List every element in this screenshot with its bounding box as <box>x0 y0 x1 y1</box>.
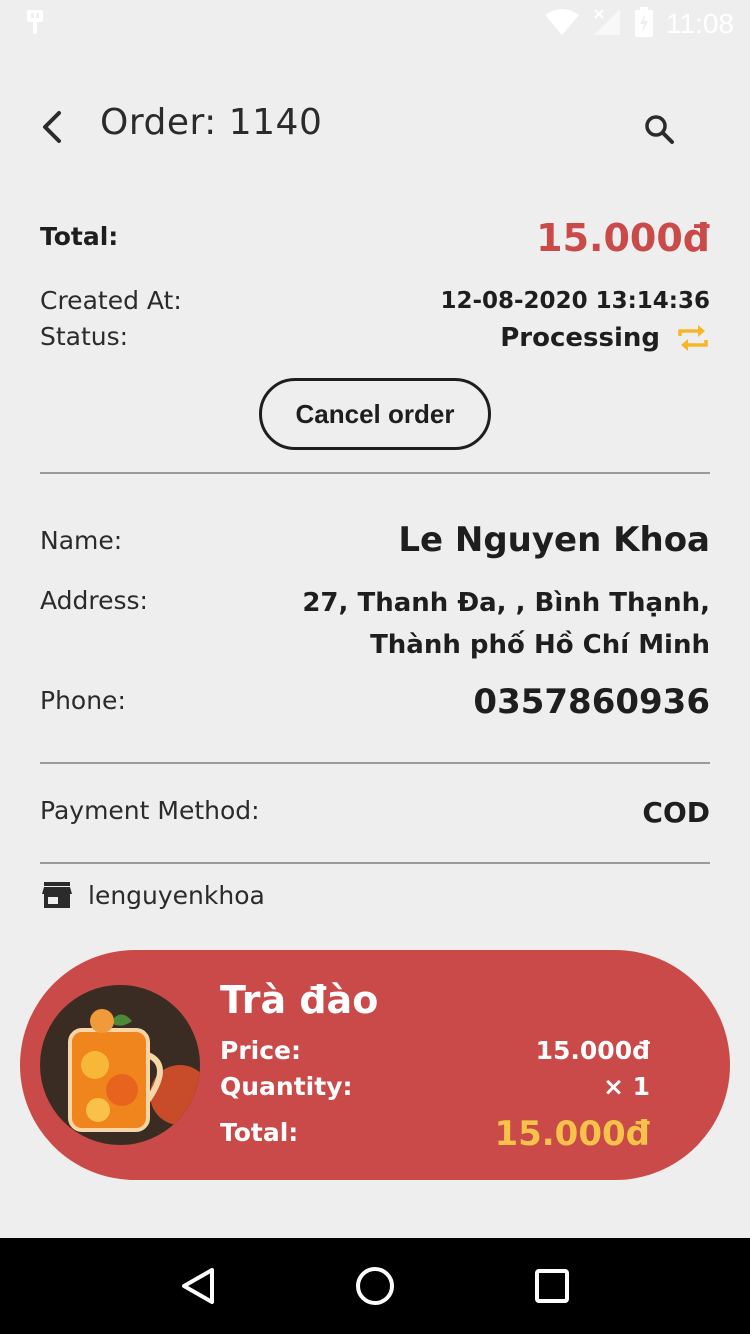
status-row: Status: Processing <box>40 322 710 360</box>
phone-value: 0357860936 <box>473 682 710 722</box>
name-row: Name: Le Nguyen Khoa <box>40 520 710 576</box>
product-name: Trà đào <box>220 978 379 1022</box>
total-label: Total: <box>40 222 119 251</box>
shop-row[interactable]: lenguyenkhoa <box>40 878 710 912</box>
nav-back-button[interactable] <box>168 1256 228 1316</box>
created-label: Created At: <box>40 286 182 315</box>
address-line-2: Thành phố Hồ Chí Minh <box>370 630 710 660</box>
quantity-label: Quantity: <box>220 1072 353 1101</box>
status-label: Status: <box>40 322 129 351</box>
quantity-value: × 1 <box>602 1072 650 1101</box>
name-value: Le Nguyen Khoa <box>398 520 710 560</box>
battery-charging-icon <box>634 7 654 41</box>
clock: 11:08 <box>666 8 734 39</box>
store-icon <box>42 882 72 908</box>
wifi-icon <box>544 8 580 40</box>
divider <box>40 472 710 474</box>
order-item-card[interactable]: Trà đào Price: 15.000đ Quantity: × 1 Tot… <box>20 950 730 1180</box>
payment-value: COD <box>642 796 710 829</box>
created-row: Created At: 12-08-2020 13:14:36 <box>40 286 710 322</box>
order-details: Total: 15.000đ Created At: 12-08-2020 13… <box>40 200 710 912</box>
payment-label: Payment Method: <box>40 796 260 825</box>
app-bar: Order: 1140 <box>0 84 750 170</box>
nav-back-icon <box>182 1268 215 1304</box>
page-title: Order: 1140 <box>100 102 323 143</box>
back-arrow-icon <box>43 111 61 143</box>
back-button[interactable] <box>32 106 72 148</box>
address-value: 27, Thanh Đa, , Bình Thạnh, Thành phố Hồ… <box>302 582 710 666</box>
address-row: Address: 27, Thanh Đa, , Bình Thạnh, Thà… <box>40 586 710 666</box>
total-row: Total: 15.000đ <box>40 200 710 280</box>
item-total-value: 15.000đ <box>494 1114 650 1154</box>
address-line-1: 27, Thanh Đa, , Bình Thạnh, <box>302 588 710 618</box>
address-label: Address: <box>40 586 148 615</box>
nav-home-icon <box>355 1267 394 1305</box>
search-icon <box>645 115 674 144</box>
created-value: 12-08-2020 13:14:36 <box>440 288 710 314</box>
debug-plug-icon <box>24 8 46 40</box>
phone-label: Phone: <box>40 686 126 715</box>
nav-recents-icon <box>534 1269 569 1303</box>
shop-name: lenguyenkhoa <box>88 880 265 910</box>
phone-row: Phone: 0357860936 <box>40 682 710 736</box>
divider <box>40 862 710 864</box>
cancel-order-button[interactable]: Cancel order <box>259 378 491 450</box>
payment-row: Payment Method: COD <box>40 796 710 836</box>
divider <box>40 762 710 764</box>
price-value: 15.000đ <box>535 1036 650 1065</box>
cancel-wrap: Cancel order <box>40 378 710 450</box>
name-label: Name: <box>40 526 123 555</box>
nav-recents-button[interactable] <box>522 1256 582 1316</box>
status-value: Processing <box>500 323 660 353</box>
status-indicator: Processing <box>500 322 710 354</box>
system-nav-bar <box>0 1238 750 1334</box>
nav-home-button[interactable] <box>345 1256 405 1316</box>
search-button[interactable] <box>636 106 682 152</box>
item-total-label: Total: <box>220 1118 299 1147</box>
repeat-icon <box>678 325 708 351</box>
status-bar: 11:08 <box>0 0 750 48</box>
product-image <box>40 985 200 1145</box>
signal-icon <box>592 7 622 41</box>
total-value: 15.000đ <box>536 216 710 260</box>
price-label: Price: <box>220 1036 301 1065</box>
